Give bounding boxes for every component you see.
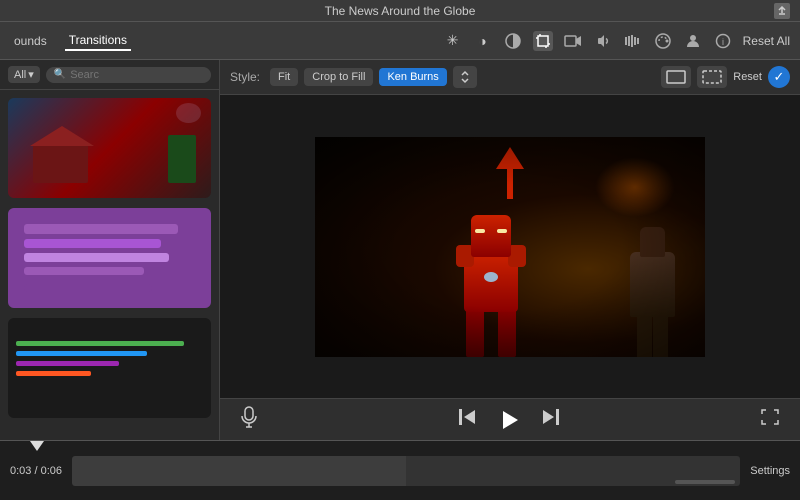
- play-icon: [503, 411, 518, 429]
- video-vignette: [315, 137, 705, 357]
- video-preview: [220, 95, 800, 398]
- magic-wand-icon[interactable]: ✳: [443, 31, 463, 51]
- thumbnail-cabin[interactable]: [8, 98, 211, 198]
- video-frame: [315, 137, 705, 357]
- video-background: [315, 137, 705, 357]
- timeline: 0:03 / 0:06 Settings: [0, 440, 800, 500]
- search-input[interactable]: [70, 69, 130, 81]
- tab-transitions[interactable]: Transitions: [65, 31, 131, 51]
- toolbar: ounds Transitions ✳ ◑: [0, 22, 800, 60]
- title-bar: The News Around the Globe: [0, 0, 800, 22]
- timeline-playhead: [30, 441, 44, 451]
- timeline-current-time: 0:03 / 0:06: [10, 465, 62, 477]
- editor: Style: Fit Crop to Fill Ken Burns: [220, 60, 800, 440]
- style-crop-to-fill-button[interactable]: Crop to Fill: [304, 68, 373, 86]
- toolbar-tabs: ounds Transitions: [10, 31, 131, 51]
- timeline-settings-button[interactable]: Settings: [750, 465, 790, 477]
- export-button[interactable]: [774, 3, 790, 19]
- thumbnail-list: [0, 90, 219, 440]
- search-box[interactable]: 🔍: [46, 67, 211, 83]
- color-wheel-icon[interactable]: ◑: [473, 31, 493, 51]
- timeline-track[interactable]: [72, 456, 740, 486]
- crop-ratio-button[interactable]: [697, 66, 727, 88]
- mic-button[interactable]: [240, 406, 258, 433]
- stabilize-icon[interactable]: [653, 31, 673, 51]
- style-arrow-button[interactable]: [453, 66, 477, 88]
- sidebar: All ▾ 🔍: [0, 60, 220, 440]
- skip-forward-button[interactable]: [541, 409, 559, 430]
- video-icon[interactable]: [563, 31, 583, 51]
- all-selector[interactable]: All ▾: [8, 66, 40, 83]
- speed-icon[interactable]: [623, 31, 643, 51]
- style-label: Style:: [230, 70, 260, 84]
- play-button[interactable]: [495, 406, 523, 434]
- reset-all-button[interactable]: Reset All: [743, 34, 790, 48]
- audio-icon[interactable]: [593, 31, 613, 51]
- svg-text:i: i: [722, 37, 724, 47]
- skip-back-button[interactable]: [459, 409, 477, 430]
- style-fit-button[interactable]: Fit: [270, 68, 298, 86]
- playback-controls: [459, 406, 559, 434]
- style-right-controls: Reset ✓: [661, 66, 790, 88]
- thumbnail-data[interactable]: [8, 318, 211, 418]
- fullscreen-button[interactable]: [760, 408, 780, 431]
- sidebar-search-bar: All ▾ 🔍: [0, 60, 219, 90]
- style-bar: Style: Fit Crop to Fill Ken Burns: [220, 60, 800, 95]
- style-reset-button[interactable]: Reset: [733, 71, 762, 83]
- crop-rect-button[interactable]: [661, 66, 691, 88]
- style-confirm-button[interactable]: ✓: [768, 66, 790, 88]
- search-icon: 🔍: [54, 69, 66, 80]
- playback-bar: [220, 398, 800, 440]
- color-correction-icon[interactable]: [503, 31, 523, 51]
- crop-icon[interactable]: [533, 31, 553, 51]
- timeline-scrollbar[interactable]: [675, 480, 735, 484]
- thumbnail-purple[interactable]: [8, 208, 211, 308]
- info-icon[interactable]: i: [713, 31, 733, 51]
- toolbar-icons: ✳ ◑: [443, 31, 733, 51]
- style-ken-burns-button[interactable]: Ken Burns: [379, 68, 446, 86]
- tab-sounds[interactable]: ounds: [10, 32, 51, 50]
- timeline-progress: [72, 456, 406, 486]
- main-area: All ▾ 🔍: [0, 60, 800, 440]
- person-icon[interactable]: [683, 31, 703, 51]
- window-title: The News Around the Globe: [325, 4, 476, 18]
